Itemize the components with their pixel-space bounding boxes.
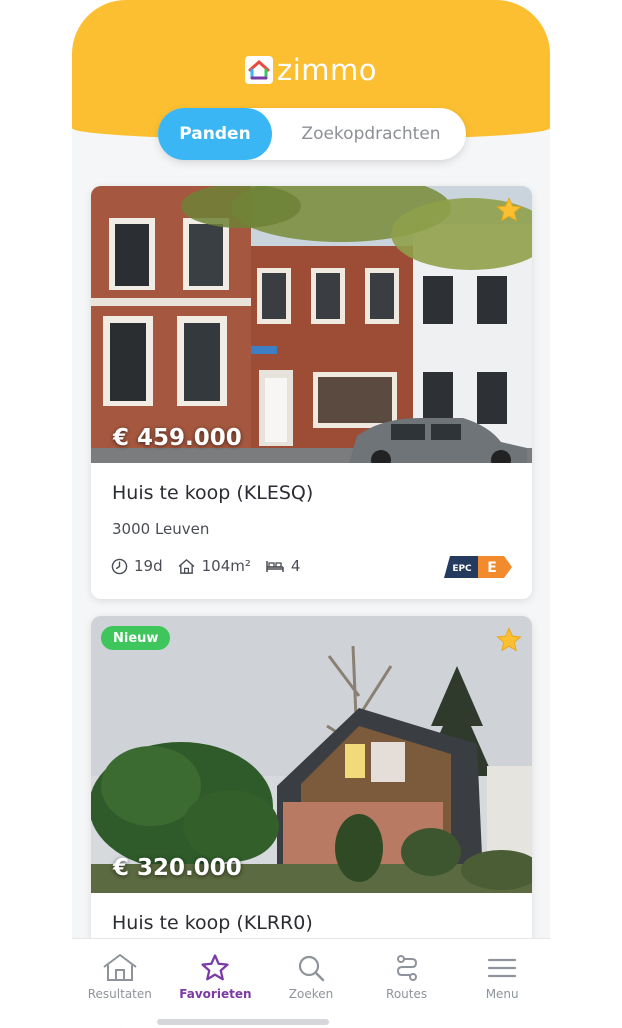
listing-area-value: 104m² (201, 557, 251, 575)
listing-price: € 320.000 (113, 855, 242, 881)
listing-title: Huis te koop (KLRR0) (112, 912, 313, 934)
tab-zoeken[interactable]: Zoeken (263, 939, 359, 1028)
tab-favorieten[interactable]: Favorieten (168, 939, 264, 1028)
bottom-tab-bar: Resultaten Favorieten Zoeken Routes Menu (72, 938, 550, 1028)
listing-card[interactable]: € 459.000 Huis te koop (KLESQ) 3000 Leuv… (91, 186, 532, 599)
epc-rating: E (487, 560, 497, 576)
star-icon[interactable] (495, 626, 523, 654)
star-outline-icon (201, 954, 230, 981)
listing-bedrooms-value: 4 (290, 557, 301, 575)
listing-age: 19d (111, 557, 163, 575)
tab-panden[interactable]: Panden (158, 108, 272, 160)
tab-routes[interactable]: Routes (359, 939, 455, 1028)
house-photo-illustration (91, 616, 532, 893)
listing-bedrooms: 4 (265, 557, 301, 575)
zimmo-logo-icon (244, 56, 273, 84)
house-icon (178, 558, 195, 574)
listing-city: 3000 Leuven (112, 520, 210, 538)
logo: zimmo (72, 52, 550, 88)
listing-title: Huis te koop (KLESQ) (112, 482, 314, 504)
house-photo-illustration (91, 186, 532, 463)
app-screen: zimmo Panden Zoekopdrachten € 459.000 Hu… (72, 0, 550, 1028)
home-icon (103, 954, 137, 981)
route-icon (396, 955, 417, 981)
epc-label: EPC (452, 564, 472, 574)
search-icon (298, 955, 325, 982)
clock-icon (111, 558, 128, 574)
listing-meta: 19d 104m² 4 (111, 557, 314, 575)
listing-photo[interactable]: Nieuw € 320.000 (91, 616, 532, 893)
epc-label-shape: EPC (444, 556, 478, 578)
epc-rating-shape: E (478, 556, 512, 578)
segmented-control: Panden Zoekopdrachten (158, 108, 466, 160)
tab-zoekopdrachten[interactable]: Zoekopdrachten (276, 108, 466, 160)
home-indicator (157, 1019, 329, 1025)
listing-price: € 459.000 (113, 425, 242, 451)
star-icon[interactable] (495, 196, 523, 224)
tab-menu[interactable]: Menu (454, 939, 550, 1028)
tab-label: Favorieten (179, 987, 252, 1001)
bed-icon (266, 560, 284, 572)
listing-photo[interactable]: € 459.000 (91, 186, 532, 463)
tab-label: Resultaten (87, 987, 152, 1001)
listing-age-value: 19d (134, 557, 163, 575)
menu-icon (488, 958, 517, 978)
tab-label: Menu (485, 987, 519, 1001)
brand-name: zimmo (276, 53, 378, 87)
new-badge: Nieuw (101, 626, 171, 650)
tab-label: Routes (386, 987, 428, 1001)
listing-area: 104m² (177, 557, 251, 575)
tab-label: Zoeken (288, 987, 334, 1001)
tab-resultaten[interactable]: Resultaten (72, 939, 168, 1028)
listing-card[interactable]: Nieuw € 320.000 Huis te koop (KLRR0) (91, 616, 532, 976)
epc-badge: EPC E (444, 556, 512, 578)
